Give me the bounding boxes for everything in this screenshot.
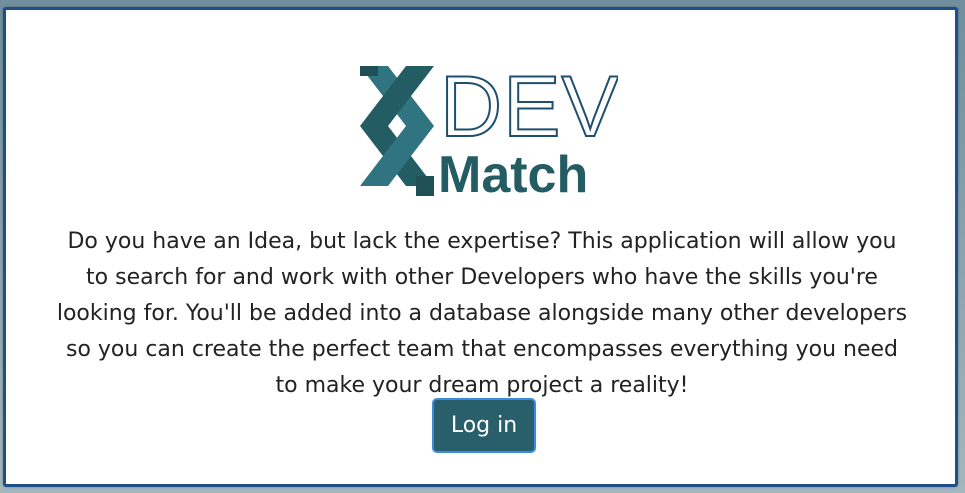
app-description: Do you have an Idea, but lack the expert… — [56, 229, 908, 398]
devmatch-logo: DEV Match — [358, 56, 618, 198]
landing-card: DEV Match Do you have an Idea, but lack … — [3, 7, 958, 487]
login-button[interactable]: Log in — [432, 398, 536, 453]
logo-dev-text: DEV — [440, 59, 618, 155]
logo-match-text: Match — [438, 146, 588, 198]
dna-x-icon: DEV Match — [360, 58, 618, 198]
